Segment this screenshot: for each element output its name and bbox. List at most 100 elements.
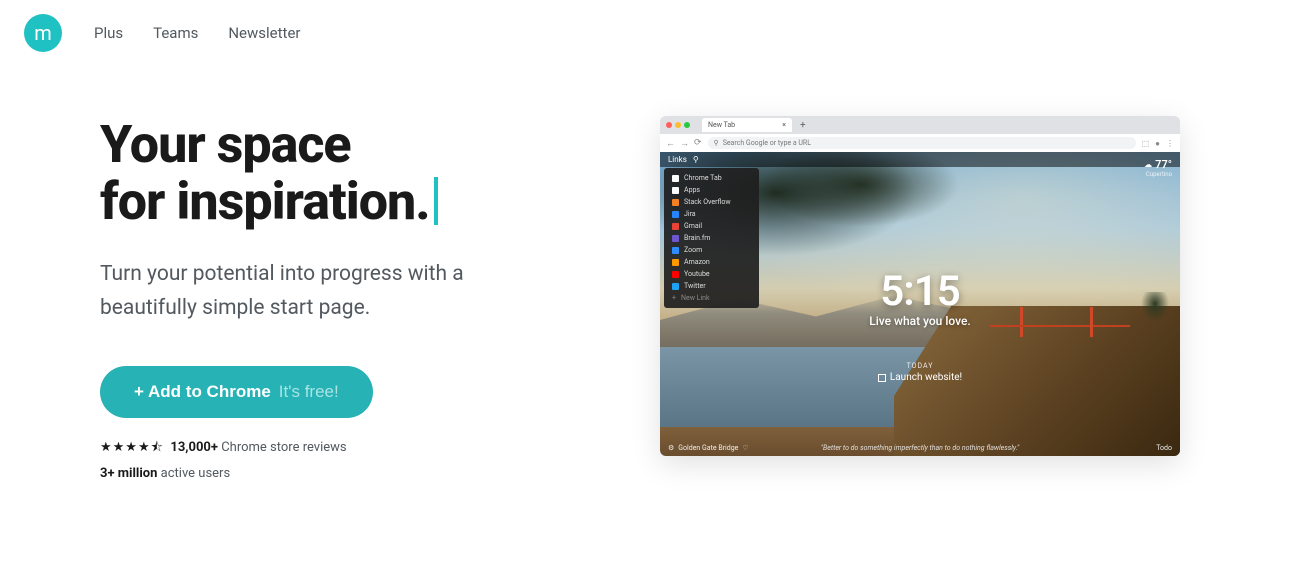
quote: "Better to do something imperfectly than… [821,444,1019,452]
nav-plus[interactable]: Plus [94,24,123,42]
favicon-icon [672,271,679,278]
favicon-icon [672,259,679,266]
link-item[interactable]: Brain.fm [664,232,759,244]
typing-cursor-icon [434,177,438,225]
cloud-icon: ☁ [1144,160,1152,169]
clock: 5:15 [820,267,1020,316]
link-label: Amazon [684,258,710,266]
link-item[interactable]: Gmail [664,220,759,232]
kebab-menu-icon[interactable]: ⋮ [1166,139,1174,148]
reviews-row: ★★★★⯪ 13,000+ Chrome store reviews [100,438,600,460]
links-panel: Chrome Tab Apps Stack Overflow Jira Gmail Bra… [664,168,759,308]
favicon-icon [672,211,679,218]
star-rating-icon: ★★★★⯪ [100,440,164,455]
link-label: Chrome Tab [684,174,722,182]
new-link-label: New Link [681,294,710,302]
header: m Plus Teams Newsletter [0,0,1299,66]
cta-free-label: It's free! [279,382,339,402]
browser-tab[interactable]: New Tab × [702,118,792,132]
cta: + Add to Chrome It's free! [100,366,600,418]
active-users-text: active users [161,466,231,481]
link-item[interactable]: Amazon [664,256,759,268]
nav: Plus Teams Newsletter [94,24,300,42]
omnibox-placeholder: Search Google or type a URL [723,139,811,147]
maximize-window-icon[interactable] [684,122,690,128]
nav-newsletter[interactable]: Newsletter [228,24,300,42]
back-icon[interactable]: ← [666,138,675,149]
tab-close-icon[interactable]: × [782,121,786,129]
tab-strip: New Tab × + [660,116,1180,134]
settings-icon[interactable]: ⚙ [668,444,674,452]
link-item[interactable]: Apps [664,184,759,196]
link-item[interactable]: Youtube [664,268,759,280]
reviews-count: 13,000+ [170,440,218,455]
checkbox-icon[interactable] [878,374,886,382]
traffic-lights [666,122,690,128]
minimize-window-icon[interactable] [675,122,681,128]
links-label[interactable]: Links [668,155,687,164]
links-bar: Links ⚲ [660,152,1180,167]
weather-location: Cupertino [1144,171,1172,178]
links-search-icon[interactable]: ⚲ [693,155,699,164]
link-item[interactable]: Zoom [664,244,759,256]
browser-chrome: New Tab × + ← → ⟳ ⚲ Search Google or typ… [660,116,1180,152]
logo-letter: m [34,21,52,45]
hero-left: Your space for inspiration. Turn your po… [100,116,600,487]
link-label: Twitter [684,282,706,290]
favicon-icon [672,199,679,206]
favicon-icon [672,187,679,194]
hero-subtitle: Turn your potential into progress with a… [100,258,540,325]
new-tab-button[interactable]: + [796,120,810,131]
favicon-icon [672,283,679,290]
active-users-count: 3+ million [100,466,157,481]
today-block: TODAY Launch website! [820,362,1020,384]
link-item[interactable]: Chrome Tab [664,172,759,184]
tree2-decoration [1140,292,1170,332]
link-label: Youtube [684,270,710,278]
nav-icons: ← → ⟳ [666,138,702,149]
nav-teams[interactable]: Teams [153,24,198,42]
search-icon: ⚲ [714,139,719,147]
new-link-button[interactable]: + New Link [664,292,759,304]
link-label: Brain.fm [684,234,710,242]
reload-icon[interactable]: ⟳ [694,138,702,149]
reviews-text: Chrome store reviews [221,440,346,455]
plus-icon: + [672,294,676,302]
footer-todo[interactable]: Todo [1156,444,1172,452]
cta-label: + Add to Chrome [134,382,271,402]
hero-title-line2: for inspiration. [100,171,430,232]
add-to-chrome-button[interactable]: + Add to Chrome It's free! [100,366,373,418]
logo[interactable]: m [24,14,62,52]
link-label: Zoom [684,246,702,254]
omnibox[interactable]: ⚲ Search Google or type a URL [708,137,1136,149]
link-label: Apps [684,186,700,194]
weather-temp: 77° [1155,158,1172,171]
tab-title: New Tab [708,121,735,129]
footer-bar: ⚙ Golden Gate Bridge ♡ "Better to do som… [660,444,1180,452]
hero: Your space for inspiration. Turn your po… [0,66,1299,487]
hero-title: Your space for inspiration. [100,116,600,230]
forward-icon[interactable]: → [680,138,689,149]
favicon-icon [672,247,679,254]
close-window-icon[interactable] [666,122,672,128]
photo-credit[interactable]: Golden Gate Bridge [678,444,738,452]
favicon-icon [672,235,679,242]
link-label: Gmail [684,222,702,230]
heart-icon[interactable]: ♡ [742,444,748,452]
profile-icon[interactable]: ● [1155,139,1160,148]
toolbar: ← → ⟳ ⚲ Search Google or type a URL ⬚ ● … [660,134,1180,152]
center-column: 5:15 Live what you love. TODAY Launch we… [820,267,1020,384]
users-row: 3+ million active users [100,466,600,481]
todo-text: Launch website! [890,372,962,383]
stats: ★★★★⯪ 13,000+ Chrome store reviews 3+ mi… [100,438,600,481]
link-label: Jira [684,210,696,218]
browser-menu-icons: ⬚ ● ⋮ [1142,139,1174,148]
link-item[interactable]: Jira [664,208,759,220]
link-item[interactable]: Stack Overflow [664,196,759,208]
today-label: TODAY [820,362,1020,370]
extension-icon[interactable]: ⬚ [1142,139,1150,148]
todo-item[interactable]: Launch website! [878,372,962,383]
link-item[interactable]: Twitter [664,280,759,292]
weather-widget[interactable]: ☁ 77° Cupertino [1144,158,1172,178]
newtab-page: Links ⚲ Chrome Tab Apps Stack Overflow Jira… [660,152,1180,456]
